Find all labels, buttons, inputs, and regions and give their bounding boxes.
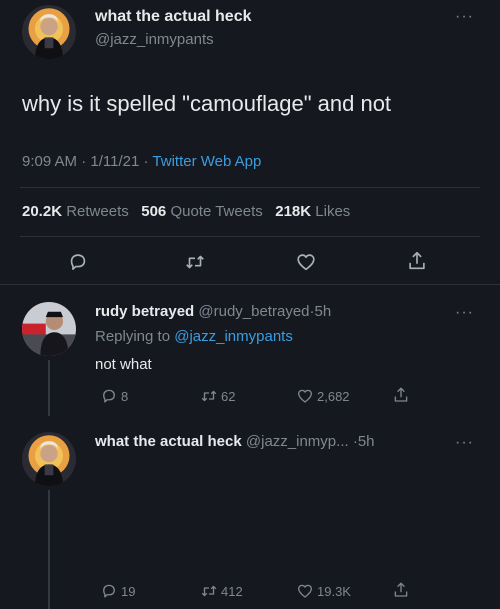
thread-line — [48, 360, 50, 416]
more-options-icon[interactable]: ··· — [455, 435, 474, 451]
share-button[interactable] — [392, 386, 410, 404]
tweet-date: 1/11/21 — [90, 153, 140, 170]
reply-text: not what — [95, 356, 152, 373]
quote-tweets-stat[interactable]: 506 Quote Tweets — [141, 203, 267, 220]
retweet-count: 62 — [221, 388, 236, 404]
handle[interactable]: @rudy_betrayed — [198, 303, 309, 320]
display-name[interactable]: what the actual heck — [95, 433, 242, 450]
share-button[interactable] — [406, 250, 428, 272]
share-icon — [392, 386, 410, 404]
tweet-age: 5h — [357, 433, 375, 450]
retweet-icon — [200, 387, 218, 405]
share-button[interactable] — [392, 581, 410, 599]
retweet-icon — [184, 251, 206, 273]
retweets-label: Retweets — [66, 203, 129, 220]
like-button[interactable]: 2,682 — [296, 387, 350, 405]
reply-icon — [100, 582, 118, 600]
divider — [20, 187, 480, 188]
retweet-button[interactable] — [184, 251, 206, 273]
tweet-metadata: 9:09 AM · 1/11/21 · Twitter Web App — [22, 153, 261, 170]
display-name[interactable]: what the actual heck — [95, 8, 252, 26]
reply-button[interactable]: 8 — [100, 387, 128, 405]
separator: · — [81, 153, 87, 170]
replying-to-handle[interactable]: @jazz_inmypants — [174, 328, 293, 345]
tweet-time: 9:09 AM — [22, 153, 78, 170]
retweet-count: 412 — [221, 583, 243, 599]
heart-icon — [295, 251, 317, 273]
tweet-stats: 20.2K Retweets 506 Quote Tweets 218K Lik… — [22, 203, 350, 220]
thread-line — [48, 490, 50, 609]
retweet-button[interactable]: 412 — [200, 582, 243, 600]
like-count: 19.3K — [317, 583, 351, 599]
tweet-text: why is it spelled "camouflage" and not — [22, 91, 392, 116]
divider — [0, 284, 500, 285]
quote-tweets-count: 506 — [141, 203, 167, 220]
handle[interactable]: @jazz_inmyp... — [246, 433, 349, 450]
reply-icon — [67, 251, 89, 273]
replying-to-label: Replying to — [95, 328, 171, 345]
more-options-icon[interactable]: ··· — [455, 305, 474, 321]
share-icon — [406, 250, 428, 272]
handle[interactable]: @jazz_inmypants — [95, 31, 214, 48]
like-button[interactable]: 19.3K — [296, 582, 351, 600]
reply-header: what the actual heck @jazz_inmyp... ·5h — [95, 433, 375, 450]
separator: · — [143, 153, 149, 170]
avatar[interactable] — [22, 432, 76, 486]
likes-stat[interactable]: 218K Likes — [275, 203, 350, 220]
likes-label: Likes — [315, 203, 351, 220]
divider — [20, 236, 480, 237]
more-options-icon[interactable]: ··· — [455, 9, 474, 25]
reply-count: 19 — [121, 583, 136, 599]
heart-icon — [296, 582, 314, 600]
share-icon — [392, 581, 410, 599]
retweet-button[interactable]: 62 — [200, 387, 235, 405]
reply-header: rudy betrayed @rudy_betrayed·5h — [95, 303, 331, 320]
display-name[interactable]: rudy betrayed — [95, 303, 194, 320]
heart-icon — [296, 387, 314, 405]
reply-button[interactable]: 19 — [100, 582, 135, 600]
avatar[interactable] — [22, 302, 76, 356]
like-button[interactable] — [295, 251, 317, 273]
likes-count: 218K — [275, 203, 312, 220]
quote-tweets-label: Quote Tweets — [170, 203, 263, 220]
reply-button[interactable] — [67, 251, 89, 273]
like-count: 2,682 — [317, 388, 350, 404]
retweets-stat[interactable]: 20.2K Retweets — [22, 203, 133, 220]
replying-to: Replying to @jazz_inmypants — [95, 328, 293, 345]
avatar[interactable] — [22, 5, 76, 59]
tweet-source-link[interactable]: Twitter Web App — [152, 153, 261, 170]
reply-count: 8 — [121, 388, 129, 404]
tweet-age: 5h — [314, 303, 332, 320]
reply-icon — [100, 387, 118, 405]
retweets-count: 20.2K — [22, 203, 63, 220]
retweet-icon — [200, 582, 218, 600]
